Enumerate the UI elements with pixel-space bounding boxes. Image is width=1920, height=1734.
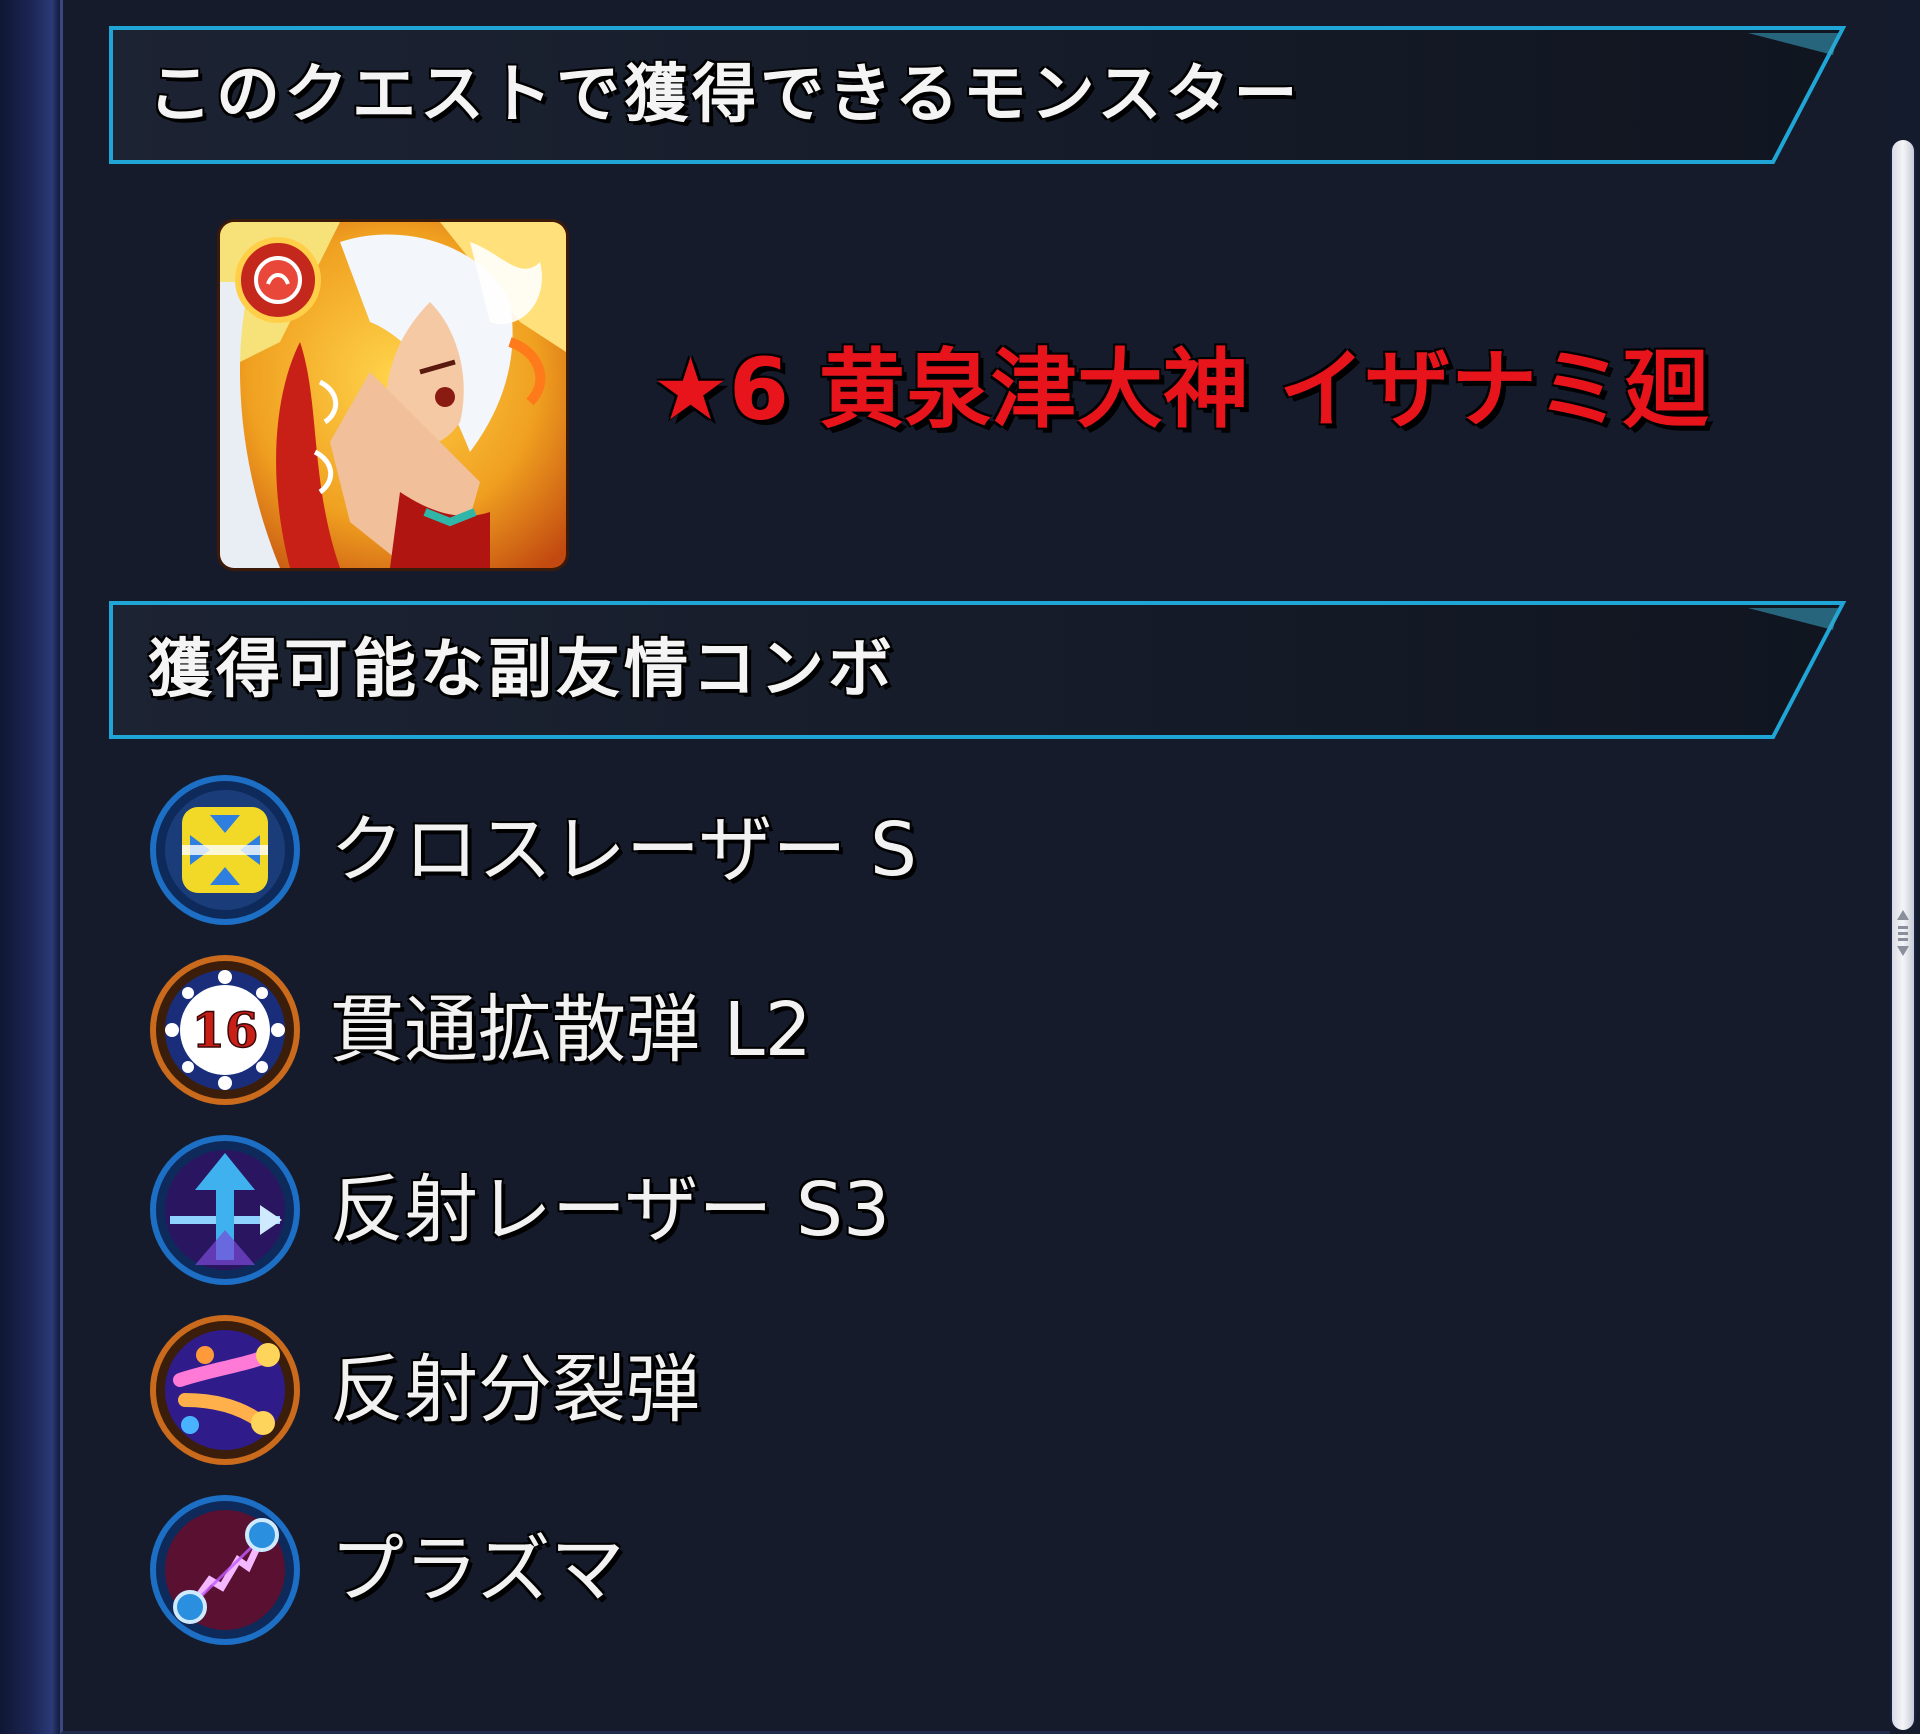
combo-item-pierce-spread-shot[interactable]: 16 貫通拡散弾 L2 <box>150 955 1150 1105</box>
monster-portrait-image <box>220 222 566 568</box>
combo-item-reflect-split-shot[interactable]: 反射分裂弾 <box>150 1315 1150 1465</box>
page: このクエストで獲得できるモンスター ★6 黄泉津大神 イザナミ廻 獲得可能な副友… <box>0 0 1920 1734</box>
grip-icon <box>1897 910 1909 956</box>
reflect-laser-icon <box>150 1135 300 1285</box>
scrollbar-thumb[interactable] <box>1892 140 1914 1730</box>
combo-label: 貫通拡散弾 L2 <box>330 987 812 1073</box>
combo-icon-number: 16 <box>192 1003 259 1059</box>
section-title: 獲得可能な副友情コンボ <box>148 633 896 707</box>
section-header-monsters: このクエストで獲得できるモンスター <box>108 25 1848 165</box>
section-header-combos: 獲得可能な副友情コンボ <box>108 600 1848 740</box>
cross-laser-icon <box>150 775 300 925</box>
vertical-scrollbar[interactable] <box>1890 140 1916 1730</box>
combo-item-plasma[interactable]: プラズマ <box>150 1495 1150 1645</box>
combo-item-cross-laser[interactable]: クロスレーザー S <box>150 775 1150 925</box>
combo-label: クロスレーザー S <box>330 807 918 893</box>
combo-label: プラズマ <box>330 1527 625 1613</box>
monster-thumbnail[interactable] <box>220 222 566 568</box>
combo-item-reflect-laser[interactable]: 反射レーザー S3 <box>150 1135 1150 1285</box>
reflect-split-shot-icon <box>150 1315 300 1465</box>
combo-label: 反射レーザー S3 <box>330 1167 891 1253</box>
combo-label: 反射分裂弾 <box>330 1347 700 1433</box>
pierce-spread-shot-icon: 16 <box>150 955 300 1105</box>
plasma-icon <box>150 1495 300 1645</box>
monster-name[interactable]: ★6 黄泉津大神 イザナミ廻 <box>652 330 1709 450</box>
section-title: このクエストで獲得できるモンスター <box>148 58 1302 132</box>
